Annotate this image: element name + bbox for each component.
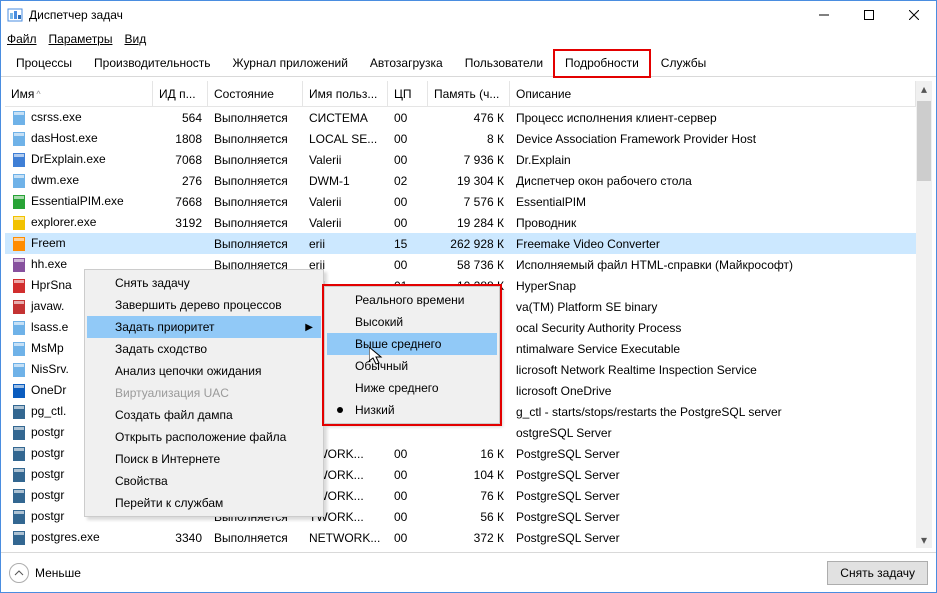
file-icon <box>11 152 27 168</box>
col-pid[interactable]: ИД п... <box>153 81 208 106</box>
table-row[interactable]: explorer.exe3192ВыполняетсяValerii0019 2… <box>5 212 916 233</box>
tab-services[interactable]: Службы <box>650 50 717 77</box>
fewer-details-button[interactable]: Меньше <box>9 563 81 583</box>
file-icon <box>11 467 27 483</box>
file-icon <box>11 173 27 189</box>
table-row[interactable]: EssentialPIM.exe7668ВыполняетсяValerii00… <box>5 191 916 212</box>
col-memory[interactable]: Память (ч... <box>428 81 510 106</box>
file-icon <box>11 425 27 441</box>
ctx-open-location[interactable]: Открыть расположение файла <box>87 426 321 448</box>
col-name[interactable]: Имя^ <box>5 81 153 106</box>
file-icon <box>11 341 27 357</box>
footer: Меньше Снять задачу <box>1 552 936 592</box>
ctx-set-priority[interactable]: Задать приоритет▶ <box>87 316 321 338</box>
col-status[interactable]: Состояние <box>208 81 303 106</box>
menu-file[interactable]: Файл <box>7 32 37 46</box>
table-row[interactable]: dwm.exe276ВыполняетсяDWM-10219 304 КДисп… <box>5 170 916 191</box>
vertical-scrollbar[interactable]: ▴ ▾ <box>916 81 932 548</box>
minimize-button[interactable] <box>801 1 846 29</box>
table-row[interactable]: FreemВыполняетсяerii15262 928 КFreemake … <box>5 233 916 254</box>
col-description[interactable]: Описание <box>510 81 916 106</box>
priority-realtime[interactable]: Реального времени <box>327 289 497 311</box>
tab-app-history[interactable]: Журнал приложений <box>222 50 359 77</box>
table-row[interactable]: DrExplain.exe7068ВыполняетсяValerii007 9… <box>5 149 916 170</box>
file-icon <box>11 299 27 315</box>
ctx-search-online[interactable]: Поиск в Интернете <box>87 448 321 470</box>
process-context-menu: Снять задачу Завершить дерево процессов … <box>84 269 324 517</box>
menu-view[interactable]: Вид <box>124 32 146 46</box>
file-icon <box>11 194 27 210</box>
file-icon <box>11 509 27 525</box>
tab-startup[interactable]: Автозагрузка <box>359 50 454 77</box>
table-row[interactable]: dasHost.exe1808ВыполняетсяLOCAL SE...008… <box>5 128 916 149</box>
priority-submenu: Реального времени Высокий Выше среднего … <box>324 286 500 424</box>
file-icon <box>11 404 27 420</box>
ctx-goto-services[interactable]: Перейти к службам <box>87 492 321 514</box>
file-icon <box>11 383 27 399</box>
window-title: Диспетчер задач <box>29 8 801 22</box>
ctx-end-tree[interactable]: Завершить дерево процессов <box>87 294 321 316</box>
scroll-down-icon[interactable]: ▾ <box>916 532 932 548</box>
selected-bullet-icon <box>337 407 343 413</box>
priority-high[interactable]: Высокий <box>327 311 497 333</box>
file-icon <box>11 278 27 294</box>
ctx-end-task[interactable]: Снять задачу <box>87 272 321 294</box>
ctx-analyze-wait[interactable]: Анализ цепочки ожидания <box>87 360 321 382</box>
tab-processes[interactable]: Процессы <box>5 50 83 77</box>
priority-low[interactable]: Низкий <box>327 399 497 421</box>
file-icon <box>11 257 27 273</box>
end-task-button[interactable]: Снять задачу <box>827 561 928 585</box>
file-icon <box>11 488 27 504</box>
file-icon <box>11 131 27 147</box>
chevron-up-icon <box>14 568 24 578</box>
ctx-create-dump[interactable]: Создать файл дампа <box>87 404 321 426</box>
tab-users[interactable]: Пользователи <box>454 50 554 77</box>
file-icon <box>11 236 27 252</box>
priority-below-normal[interactable]: Ниже среднего <box>327 377 497 399</box>
file-icon <box>11 215 27 231</box>
submenu-arrow-icon: ▶ <box>305 322 313 333</box>
table-row[interactable]: postgres.exe3340ВыполняетсяNETWORK...003… <box>5 527 916 548</box>
menu-options[interactable]: Параметры <box>49 32 113 46</box>
fewer-label: Меньше <box>35 566 81 580</box>
ctx-properties[interactable]: Свойства <box>87 470 321 492</box>
ctx-set-affinity[interactable]: Задать сходство <box>87 338 321 360</box>
file-icon <box>11 530 27 546</box>
tab-details[interactable]: Подробности <box>554 50 650 77</box>
file-icon <box>11 446 27 462</box>
ctx-uac-virtualization: Виртуализация UAC <box>87 382 321 404</box>
column-headers: Имя^ ИД п... Состояние Имя польз... ЦП П… <box>5 81 916 107</box>
tab-performance[interactable]: Производительность <box>83 50 221 77</box>
app-icon <box>7 7 23 23</box>
col-user[interactable]: Имя польз... <box>303 81 388 106</box>
close-button[interactable] <box>891 1 936 29</box>
menubar: Файл Параметры Вид <box>1 29 936 48</box>
tabs: Процессы Производительность Журнал прило… <box>1 50 936 77</box>
sort-asc-icon: ^ <box>36 89 40 99</box>
col-cpu[interactable]: ЦП <box>388 81 428 106</box>
file-icon <box>11 320 27 336</box>
scrollbar-thumb[interactable] <box>917 101 931 181</box>
priority-above-normal[interactable]: Выше среднего <box>327 333 497 355</box>
titlebar: Диспетчер задач <box>1 1 936 29</box>
priority-normal[interactable]: Обычный <box>327 355 497 377</box>
file-icon <box>11 110 27 126</box>
table-row[interactable]: csrss.exe564ВыполняетсяСИСТЕМА00476 КПро… <box>5 107 916 128</box>
maximize-button[interactable] <box>846 1 891 29</box>
file-icon <box>11 362 27 378</box>
scroll-up-icon[interactable]: ▴ <box>916 81 932 97</box>
